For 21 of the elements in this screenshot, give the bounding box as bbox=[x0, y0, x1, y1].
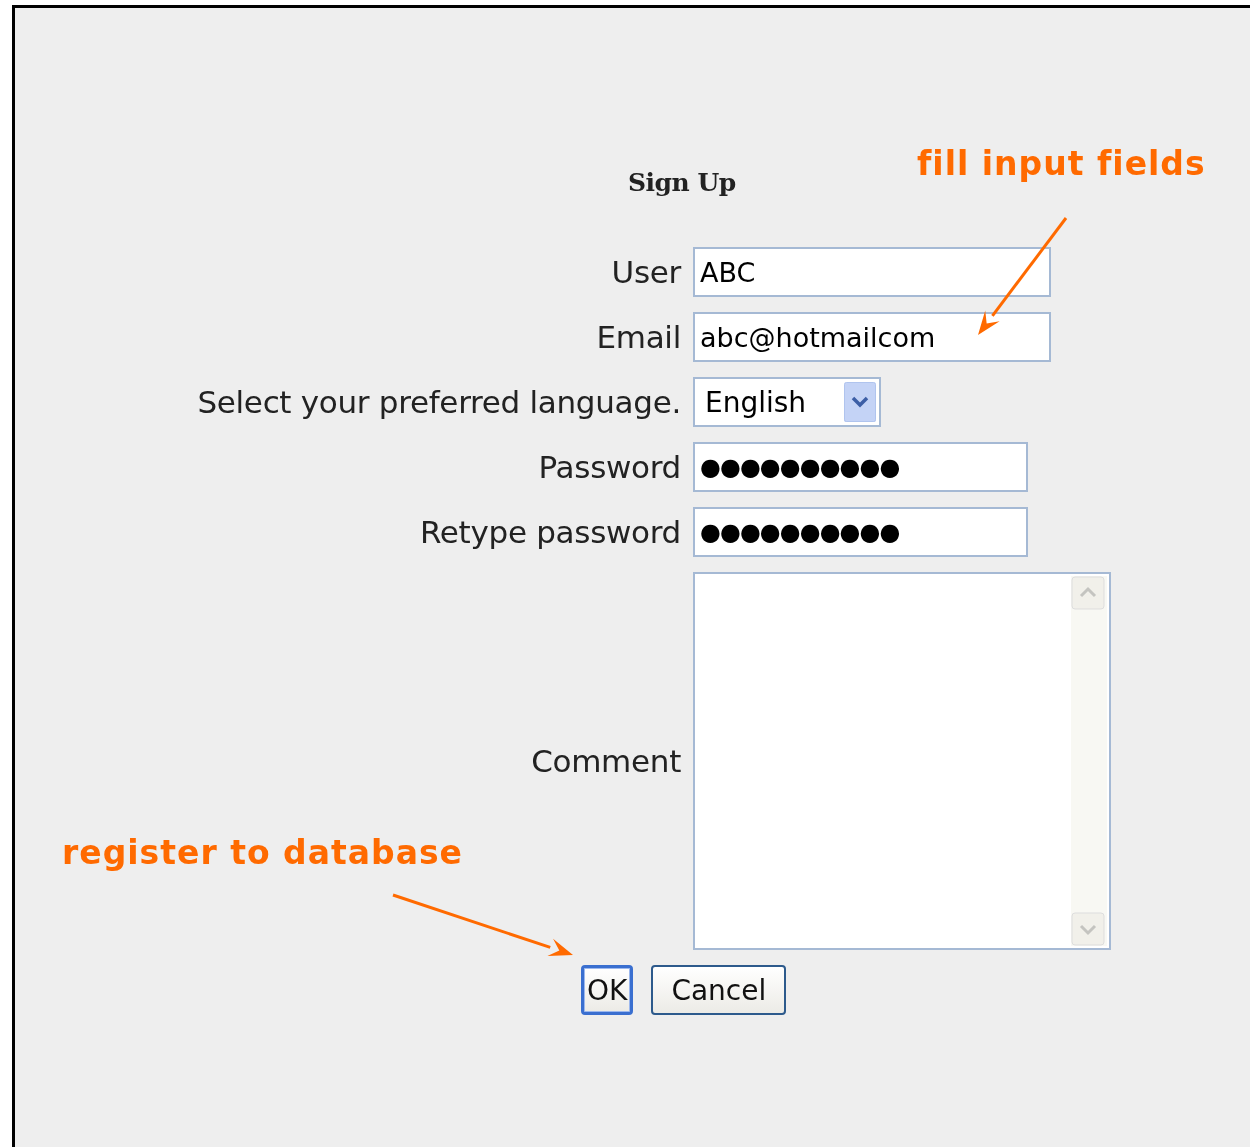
password-field[interactable]: ●●●●●●●●●● bbox=[693, 442, 1028, 492]
field-label: Select your preferred language. bbox=[197, 384, 681, 420]
annotation-text: fill input fields bbox=[917, 144, 1206, 183]
scroll-up-icon[interactable] bbox=[1071, 576, 1105, 610]
input-field[interactable]: ABC bbox=[693, 247, 1051, 297]
annotation-text: register to database bbox=[62, 833, 463, 872]
input-field[interactable]: abc@hotmailcom bbox=[693, 312, 1051, 362]
chevron-down-icon[interactable] bbox=[844, 382, 876, 422]
field-label: Comment bbox=[531, 743, 681, 779]
field-label: Password bbox=[538, 449, 681, 485]
cancel-button[interactable]: Cancel bbox=[651, 965, 787, 1015]
ok-button[interactable]: OK bbox=[581, 965, 634, 1015]
scroll-down-icon[interactable] bbox=[1071, 912, 1105, 946]
comment-field[interactable] bbox=[693, 572, 1111, 950]
field-label: Email bbox=[596, 319, 681, 355]
form-title: Sign Up bbox=[628, 168, 736, 197]
field-label: User bbox=[611, 254, 681, 290]
field-label: Retype password bbox=[420, 514, 681, 550]
password-field[interactable]: ●●●●●●●●●● bbox=[693, 507, 1028, 557]
language-dropdown[interactable]: English bbox=[693, 377, 881, 427]
scrollbar[interactable] bbox=[1071, 576, 1107, 946]
